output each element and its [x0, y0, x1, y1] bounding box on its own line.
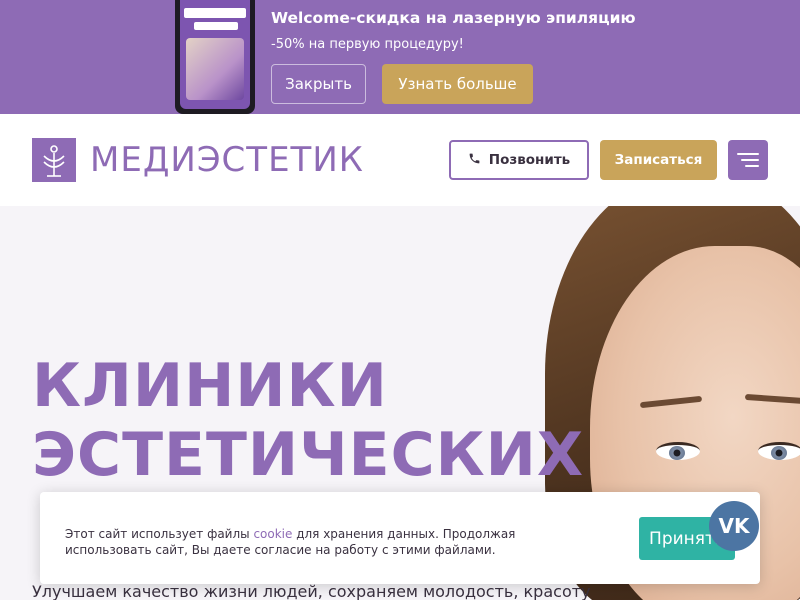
vk-icon: VK: [718, 514, 750, 538]
cookie-text: Этот сайт использует файлы cookie для хр…: [65, 526, 585, 558]
call-button[interactable]: Позвонить: [449, 140, 589, 180]
hero-description: Улучшаем качество жизни людей, сохраняем…: [32, 582, 591, 600]
learn-more-button[interactable]: Узнать больше: [382, 64, 533, 104]
portrait-eye-left: [656, 442, 700, 460]
phone-screen: [180, 0, 250, 109]
book-button[interactable]: Записаться: [600, 140, 717, 180]
phone-url-bar: [184, 8, 246, 18]
portrait-eye-right: [758, 442, 800, 460]
menu-button[interactable]: [728, 140, 768, 180]
cookie-link[interactable]: cookie: [253, 527, 292, 541]
vk-button[interactable]: VK: [709, 501, 759, 551]
phone-image: [175, 0, 255, 114]
hero-title-line-2: ЭСТЕТИЧЕСКИХ: [32, 420, 585, 490]
phone-icon: [468, 152, 481, 169]
promo-title: Welcome-скидка на лазерную эпиляцию: [271, 9, 636, 27]
site-header: МЕДИЭСТЕТИК Позвонить Записаться: [0, 114, 800, 206]
close-button[interactable]: Закрыть: [271, 64, 366, 104]
promo-banner: Welcome-скидка на лазерную эпиляцию -50%…: [0, 0, 800, 114]
call-button-label: Позвонить: [488, 152, 571, 168]
hero-title-line-1: КЛИНИКИ: [32, 351, 388, 421]
logo-icon[interactable]: [32, 138, 76, 182]
promo-subtitle: -50% на первую процедуру!: [271, 37, 464, 52]
logo-text[interactable]: МЕДИЭСТЕТИК: [90, 140, 364, 180]
phone-logo: [194, 22, 238, 30]
cookie-text-before: Этот сайт использует файлы: [65, 527, 254, 541]
phone-photo: [186, 38, 244, 100]
cookie-banner: Этот сайт использует файлы cookie для хр…: [40, 492, 760, 584]
